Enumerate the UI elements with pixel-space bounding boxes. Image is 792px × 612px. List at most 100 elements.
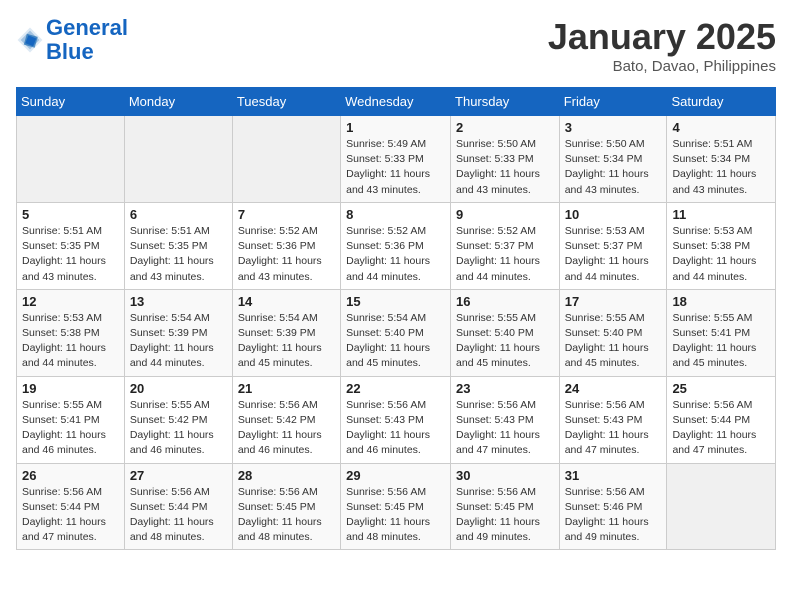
week-row-2: 5 Sunrise: 5:51 AMSunset: 5:35 PMDaylight… <box>17 202 776 289</box>
weekday-header-saturday: Saturday <box>667 88 776 116</box>
day-info: Sunrise: 5:56 AMSunset: 5:42 PMDaylight:… <box>238 398 335 459</box>
day-number: 20 <box>130 381 227 396</box>
day-info: Sunrise: 5:56 AMSunset: 5:45 PMDaylight:… <box>346 485 445 546</box>
calendar-cell <box>232 116 340 203</box>
day-number: 29 <box>346 468 445 483</box>
day-info: Sunrise: 5:55 AMSunset: 5:40 PMDaylight:… <box>456 311 554 372</box>
day-info: Sunrise: 5:56 AMSunset: 5:46 PMDaylight:… <box>565 485 662 546</box>
week-row-1: 1 Sunrise: 5:49 AMSunset: 5:33 PMDaylight… <box>17 116 776 203</box>
calendar-cell: 5 Sunrise: 5:51 AMSunset: 5:35 PMDaylight… <box>17 202 125 289</box>
calendar-cell: 24 Sunrise: 5:56 AMSunset: 5:43 PMDayligh… <box>559 376 667 463</box>
day-number: 15 <box>346 294 445 309</box>
calendar-table: SundayMondayTuesdayWednesdayThursdayFrid… <box>16 87 776 550</box>
day-info: Sunrise: 5:53 AMSunset: 5:38 PMDaylight:… <box>22 311 119 372</box>
day-number: 17 <box>565 294 662 309</box>
day-number: 1 <box>346 120 445 135</box>
day-info: Sunrise: 5:52 AMSunset: 5:36 PMDaylight:… <box>346 224 445 285</box>
day-number: 19 <box>22 381 119 396</box>
weekday-header-row: SundayMondayTuesdayWednesdayThursdayFrid… <box>17 88 776 116</box>
calendar-cell: 4 Sunrise: 5:51 AMSunset: 5:34 PMDaylight… <box>667 116 776 203</box>
day-info: Sunrise: 5:55 AMSunset: 5:42 PMDaylight:… <box>130 398 227 459</box>
day-number: 9 <box>456 207 554 222</box>
calendar-cell: 25 Sunrise: 5:56 AMSunset: 5:44 PMDayligh… <box>667 376 776 463</box>
calendar-cell <box>124 116 232 203</box>
calendar-cell: 31Sunrise: 5:56 AMSunset: 5:46 PMDayligh… <box>559 463 667 550</box>
weekday-header-monday: Monday <box>124 88 232 116</box>
day-number: 7 <box>238 207 335 222</box>
day-info: Sunrise: 5:56 AMSunset: 5:43 PMDaylight:… <box>565 398 662 459</box>
calendar-cell: 20 Sunrise: 5:55 AMSunset: 5:42 PMDayligh… <box>124 376 232 463</box>
day-number: 13 <box>130 294 227 309</box>
day-info: Sunrise: 5:55 AMSunset: 5:41 PMDaylight:… <box>672 311 770 372</box>
day-number: 25 <box>672 381 770 396</box>
day-number: 23 <box>456 381 554 396</box>
day-number: 24 <box>565 381 662 396</box>
calendar-cell: 19 Sunrise: 5:55 AMSunset: 5:41 PMDayligh… <box>17 376 125 463</box>
title-block: January 2025 Bato, Davao, Philippines <box>548 16 776 75</box>
calendar-cell: 14 Sunrise: 5:54 AMSunset: 5:39 PMDayligh… <box>232 289 340 376</box>
day-number: 21 <box>238 381 335 396</box>
day-info: Sunrise: 5:53 AMSunset: 5:37 PMDaylight:… <box>565 224 662 285</box>
day-number: 2 <box>456 120 554 135</box>
calendar-cell: 28Sunrise: 5:56 AMSunset: 5:45 PMDayligh… <box>232 463 340 550</box>
logo-text: GeneralBlue <box>46 16 128 64</box>
day-info: Sunrise: 5:50 AMSunset: 5:34 PMDaylight:… <box>565 137 662 198</box>
week-row-3: 12Sunrise: 5:53 AMSunset: 5:38 PMDayligh… <box>17 289 776 376</box>
day-info: Sunrise: 5:53 AMSunset: 5:38 PMDaylight:… <box>672 224 770 285</box>
day-info: Sunrise: 5:52 AMSunset: 5:37 PMDaylight:… <box>456 224 554 285</box>
week-row-5: 26 Sunrise: 5:56 AMSunset: 5:44 PMDayligh… <box>17 463 776 550</box>
weekday-header-tuesday: Tuesday <box>232 88 340 116</box>
calendar-cell: 6Sunrise: 5:51 AMSunset: 5:35 PMDaylight… <box>124 202 232 289</box>
logo-icon <box>16 26 44 54</box>
weekday-header-sunday: Sunday <box>17 88 125 116</box>
day-info: Sunrise: 5:56 AMSunset: 5:43 PMDaylight:… <box>346 398 445 459</box>
calendar-cell <box>667 463 776 550</box>
day-info: Sunrise: 5:56 AMSunset: 5:45 PMDaylight:… <box>456 485 554 546</box>
day-number: 30 <box>456 468 554 483</box>
day-number: 6 <box>130 207 227 222</box>
day-number: 4 <box>672 120 770 135</box>
day-number: 11 <box>672 207 770 222</box>
day-number: 5 <box>22 207 119 222</box>
calendar-cell: 7Sunrise: 5:52 AMSunset: 5:36 PMDaylight… <box>232 202 340 289</box>
week-row-4: 19 Sunrise: 5:55 AMSunset: 5:41 PMDayligh… <box>17 376 776 463</box>
day-number: 16 <box>456 294 554 309</box>
calendar-cell: 15 Sunrise: 5:54 AMSunset: 5:40 PMDayligh… <box>341 289 451 376</box>
day-info: Sunrise: 5:54 AMSunset: 5:40 PMDaylight:… <box>346 311 445 372</box>
calendar-cell: 18 Sunrise: 5:55 AMSunset: 5:41 PMDayligh… <box>667 289 776 376</box>
calendar-cell: 12Sunrise: 5:53 AMSunset: 5:38 PMDayligh… <box>17 289 125 376</box>
calendar-cell: 9 Sunrise: 5:52 AMSunset: 5:37 PMDaylight… <box>451 202 560 289</box>
day-number: 8 <box>346 207 445 222</box>
calendar-cell: 13 Sunrise: 5:54 AMSunset: 5:39 PMDayligh… <box>124 289 232 376</box>
day-info: Sunrise: 5:49 AMSunset: 5:33 PMDaylight:… <box>346 137 445 198</box>
weekday-header-friday: Friday <box>559 88 667 116</box>
calendar-cell: 10Sunrise: 5:53 AMSunset: 5:37 PMDayligh… <box>559 202 667 289</box>
calendar-cell: 29 Sunrise: 5:56 AMSunset: 5:45 PMDayligh… <box>341 463 451 550</box>
weekday-header-wednesday: Wednesday <box>341 88 451 116</box>
day-info: Sunrise: 5:54 AMSunset: 5:39 PMDaylight:… <box>130 311 227 372</box>
calendar-cell <box>17 116 125 203</box>
day-info: Sunrise: 5:55 AMSunset: 5:41 PMDaylight:… <box>22 398 119 459</box>
day-number: 22 <box>346 381 445 396</box>
calendar-cell: 3 Sunrise: 5:50 AMSunset: 5:34 PMDaylight… <box>559 116 667 203</box>
day-info: Sunrise: 5:51 AMSunset: 5:34 PMDaylight:… <box>672 137 770 198</box>
calendar-cell: 17 Sunrise: 5:55 AMSunset: 5:40 PMDayligh… <box>559 289 667 376</box>
calendar-cell: 21 Sunrise: 5:56 AMSunset: 5:42 PMDayligh… <box>232 376 340 463</box>
calendar-cell: 11 Sunrise: 5:53 AMSunset: 5:38 PMDayligh… <box>667 202 776 289</box>
day-info: Sunrise: 5:51 AMSunset: 5:35 PMDaylight:… <box>22 224 119 285</box>
calendar-cell: 22 Sunrise: 5:56 AMSunset: 5:43 PMDayligh… <box>341 376 451 463</box>
weekday-header-thursday: Thursday <box>451 88 560 116</box>
calendar-cell: 16 Sunrise: 5:55 AMSunset: 5:40 PMDayligh… <box>451 289 560 376</box>
day-number: 26 <box>22 468 119 483</box>
day-info: Sunrise: 5:56 AMSunset: 5:44 PMDaylight:… <box>22 485 119 546</box>
day-number: 27 <box>130 468 227 483</box>
page-header: GeneralBlue January 2025 Bato, Davao, Ph… <box>16 16 776 75</box>
day-info: Sunrise: 5:54 AMSunset: 5:39 PMDaylight:… <box>238 311 335 372</box>
day-number: 14 <box>238 294 335 309</box>
day-info: Sunrise: 5:56 AMSunset: 5:44 PMDaylight:… <box>672 398 770 459</box>
day-number: 18 <box>672 294 770 309</box>
day-number: 3 <box>565 120 662 135</box>
day-info: Sunrise: 5:55 AMSunset: 5:40 PMDaylight:… <box>565 311 662 372</box>
day-info: Sunrise: 5:56 AMSunset: 5:43 PMDaylight:… <box>456 398 554 459</box>
calendar-cell: 8 Sunrise: 5:52 AMSunset: 5:36 PMDaylight… <box>341 202 451 289</box>
